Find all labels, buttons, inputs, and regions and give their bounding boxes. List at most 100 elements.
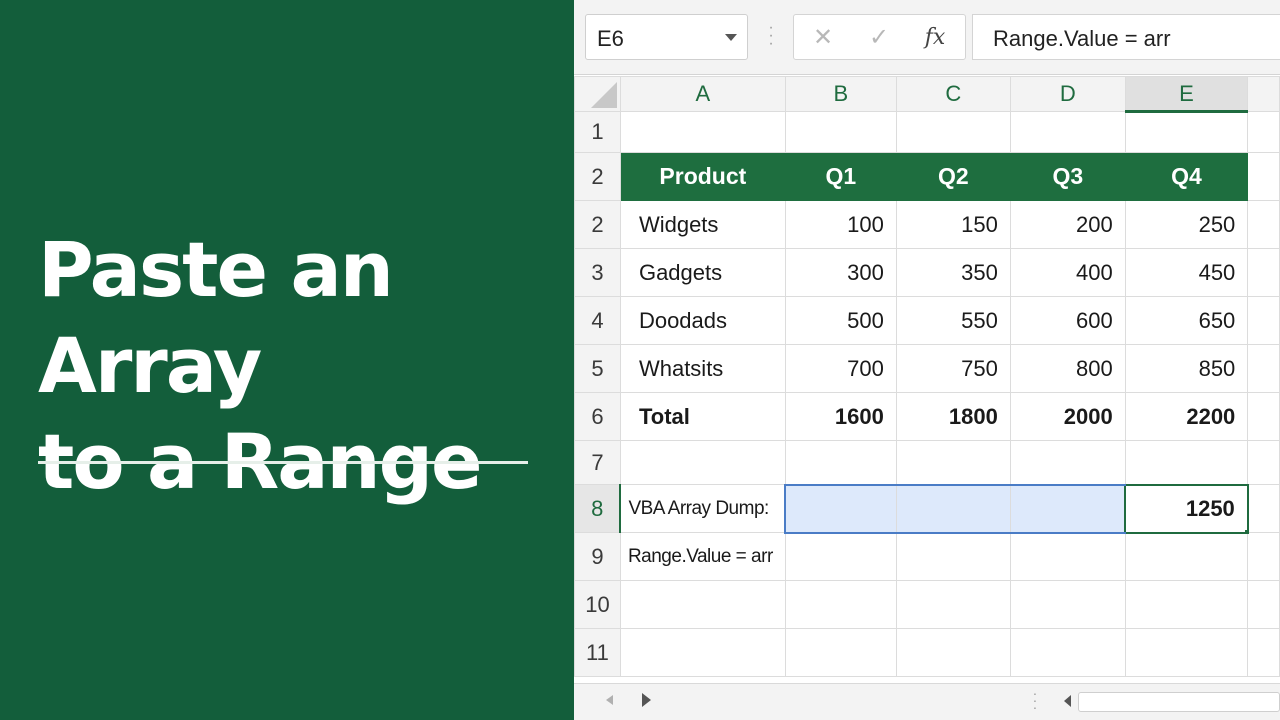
cell-empty[interactable] (895, 440, 1011, 485)
cell-blank[interactable] (1247, 392, 1280, 441)
column-header-e[interactable]: E (1124, 76, 1249, 113)
cell-value[interactable]: 850 (1124, 344, 1249, 393)
cell-total[interactable]: 2000 (1009, 392, 1126, 441)
cell-product[interactable]: Doodads (619, 296, 786, 345)
cell-total-label[interactable]: Total (619, 392, 786, 441)
cancel-icon[interactable]: ✕ (808, 23, 838, 53)
column-header-d[interactable]: D (1009, 76, 1126, 112)
cell-blank[interactable] (1247, 248, 1280, 297)
cell-empty[interactable] (784, 440, 897, 485)
cell-a1[interactable] (619, 111, 786, 153)
selected-cell[interactable] (895, 483, 1011, 534)
cell-blank[interactable] (1247, 440, 1280, 485)
cell-empty[interactable] (1124, 580, 1249, 629)
row-header[interactable]: 3 (574, 248, 621, 297)
horizontal-scrollbar[interactable] (1078, 692, 1280, 712)
cell-value[interactable]: 350 (895, 248, 1011, 297)
cell-empty[interactable] (784, 580, 897, 629)
cell-total[interactable]: 1800 (895, 392, 1011, 441)
cell-total[interactable]: 1600 (784, 392, 897, 441)
row-header[interactable]: 5 (574, 344, 621, 393)
cell-label[interactable]: Range.Value = arr (619, 532, 786, 581)
cell-e1[interactable] (1124, 111, 1249, 153)
cell-blank[interactable] (1247, 344, 1280, 393)
cell-value[interactable]: 750 (895, 344, 1011, 393)
row-header[interactable]: 4 (574, 296, 621, 345)
cell-d1[interactable] (1009, 111, 1126, 153)
insert-function-icon[interactable]: fx (920, 23, 950, 53)
cell-empty[interactable] (619, 440, 786, 485)
cell-value[interactable]: 800 (1009, 344, 1126, 393)
row-header[interactable]: 9 (574, 532, 621, 581)
cell-value[interactable]: 250 (1124, 200, 1249, 249)
cell-value[interactable]: 150 (895, 200, 1011, 249)
row-header[interactable]: 8 (574, 484, 622, 533)
column-header-a[interactable]: A (619, 76, 786, 112)
cell-blank[interactable] (1247, 200, 1280, 249)
enter-icon[interactable]: ✓ (864, 23, 894, 53)
select-all-button[interactable] (574, 76, 621, 112)
row-header[interactable]: 2 (574, 152, 621, 201)
cell-empty[interactable] (1009, 580, 1126, 629)
cell-value[interactable]: 650 (1124, 296, 1249, 345)
cell-total[interactable]: 2200 (1124, 392, 1249, 441)
header-cell-q2[interactable]: Q2 (895, 152, 1011, 201)
cell-value[interactable]: 550 (895, 296, 1011, 345)
more-options-icon[interactable]: · · · (764, 20, 778, 52)
cell-value[interactable]: 200 (1009, 200, 1126, 249)
column-header-b[interactable]: B (784, 76, 897, 112)
scroll-right-icon[interactable] (642, 693, 651, 707)
cell-value[interactable]: 700 (784, 344, 897, 393)
row-header[interactable]: 11 (574, 628, 621, 677)
cell-label[interactable]: VBA Array Dump: (619, 484, 786, 533)
cell-value[interactable]: 400 (1009, 248, 1126, 297)
cell-empty[interactable] (895, 580, 1011, 629)
cell-empty[interactable] (1124, 628, 1249, 677)
cell-empty[interactable] (895, 532, 1011, 581)
cell-f1[interactable] (1247, 111, 1280, 153)
row-header[interactable]: 2 (574, 200, 621, 249)
selected-cell[interactable] (1009, 483, 1126, 534)
column-header-c[interactable]: C (895, 76, 1011, 112)
header-cell-q1[interactable]: Q1 (784, 152, 897, 201)
header-cell-q4[interactable]: Q4 (1124, 152, 1249, 201)
cell-blank[interactable] (1247, 580, 1280, 629)
cell-value[interactable]: 300 (784, 248, 897, 297)
header-cell-q3[interactable]: Q3 (1009, 152, 1126, 201)
formula-input[interactable]: Range.Value = arr (972, 14, 1280, 60)
cell-value[interactable]: 100 (784, 200, 897, 249)
active-cell[interactable]: 1250 (1124, 483, 1249, 534)
row-header[interactable]: 10 (574, 580, 621, 629)
cell-empty[interactable] (784, 532, 897, 581)
hscroll-left-icon[interactable] (1064, 695, 1071, 707)
cell-value[interactable]: 600 (1009, 296, 1126, 345)
cell-blank[interactable] (1247, 484, 1280, 533)
cell-empty[interactable] (1009, 532, 1126, 581)
cell-blank[interactable] (1247, 152, 1280, 201)
chevron-down-icon[interactable] (725, 34, 737, 41)
cell-value[interactable]: 450 (1124, 248, 1249, 297)
row-header[interactable]: 1 (574, 111, 621, 153)
row-header[interactable]: 7 (574, 440, 621, 485)
cell-empty[interactable] (619, 580, 786, 629)
header-cell-product[interactable]: Product (619, 152, 786, 201)
cell-value[interactable]: 500 (784, 296, 897, 345)
name-box[interactable]: E6 (585, 14, 748, 60)
selected-cell[interactable] (784, 483, 897, 534)
cell-blank[interactable] (1247, 628, 1280, 677)
cell-empty[interactable] (784, 628, 897, 677)
scroll-left-icon[interactable] (606, 695, 613, 705)
cell-empty[interactable] (1124, 532, 1249, 581)
cell-blank[interactable] (1247, 296, 1280, 345)
cell-empty[interactable] (1009, 440, 1126, 485)
cell-empty[interactable] (1124, 440, 1249, 485)
cell-b1[interactable] (784, 111, 897, 153)
more-options-icon[interactable]: · · · (1030, 686, 1040, 714)
cell-empty[interactable] (895, 628, 1011, 677)
cell-blank[interactable] (1247, 532, 1280, 581)
cell-empty[interactable] (1009, 628, 1126, 677)
cell-c1[interactable] (895, 111, 1011, 153)
fill-handle[interactable] (1243, 528, 1246, 531)
cell-product[interactable]: Widgets (619, 200, 786, 249)
cell-empty[interactable] (619, 628, 786, 677)
